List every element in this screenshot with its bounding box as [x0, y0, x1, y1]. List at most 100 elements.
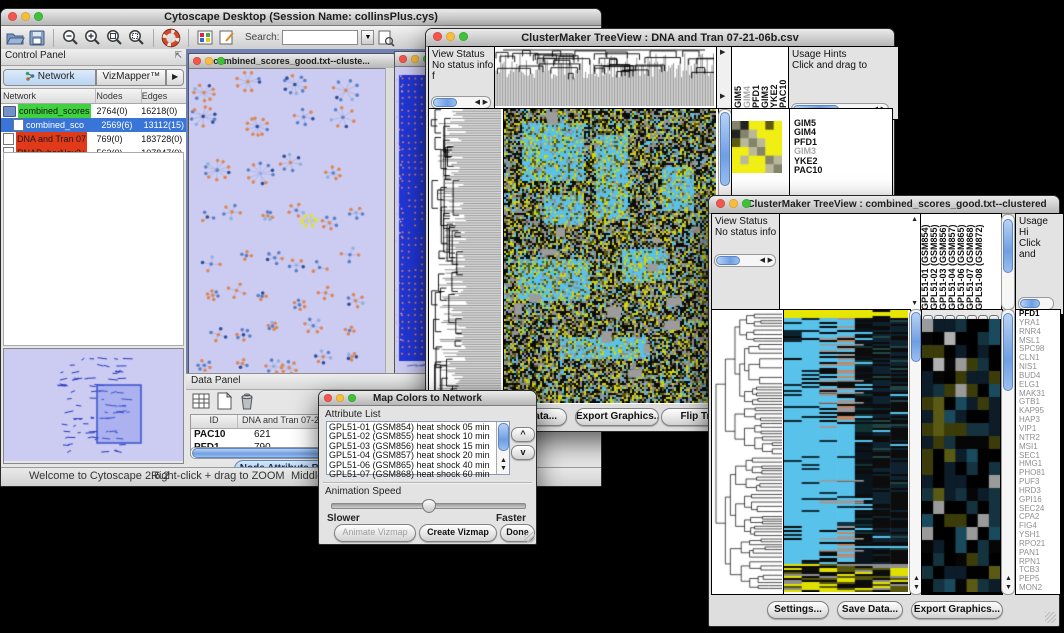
- window-controls[interactable]: [193, 57, 225, 65]
- search-input[interactable]: [282, 30, 358, 45]
- scroll-down-icon[interactable]: ▼: [500, 465, 507, 473]
- column-label[interactable]: PFD1: [752, 47, 761, 108]
- tv2-zoom-vscrollbar[interactable]: ▲ ▼: [1001, 309, 1015, 595]
- open-file-icon[interactable]: [5, 29, 25, 47]
- delete-attribute-icon[interactable]: [237, 391, 255, 411]
- tv2-global-heatmap[interactable]: [783, 309, 911, 595]
- tv1-coldendro-canvas[interactable]: [495, 47, 714, 106]
- column-label[interactable]: GIM3: [761, 47, 770, 108]
- attribute-list-item[interactable]: GPL51-01 (GSM854) heat shock 05 min: [329, 423, 496, 432]
- select-attributes-icon[interactable]: [191, 391, 211, 411]
- close-icon[interactable]: [193, 57, 201, 65]
- tab-vizmapper[interactable]: VizMapper™: [96, 69, 166, 86]
- minimize-icon[interactable]: [336, 394, 344, 402]
- tv1-rowdendro-canvas[interactable]: [429, 109, 501, 403]
- window-controls[interactable]: [433, 32, 468, 41]
- column-label[interactable]: GPL51-07 (GSM868): [966, 214, 975, 310]
- zoom-window-icon[interactable]: [742, 199, 751, 208]
- overview-canvas[interactable]: [4, 349, 183, 461]
- tv1-heat-canvas[interactable]: [504, 109, 716, 403]
- tv1-row-dendrogram[interactable]: [428, 108, 504, 406]
- tv2-row-dendrogram[interactable]: [711, 309, 785, 595]
- zoom-in-icon[interactable]: [83, 28, 102, 47]
- scroll-up-icon[interactable]: ▲: [500, 457, 507, 465]
- tv1-titlebar[interactable]: ClusterMaker TreeView : DNA and Tran 07-…: [426, 29, 894, 47]
- network-canvas[interactable]: [189, 69, 384, 381]
- minimize-icon[interactable]: [446, 32, 455, 41]
- new-attribute-icon[interactable]: [215, 391, 233, 411]
- tv1-export-graphics-button[interactable]: Export Graphics...: [575, 408, 659, 426]
- column-label[interactable]: GPL51-01 (GSM854): [921, 214, 930, 310]
- close-icon[interactable]: [8, 12, 17, 21]
- network-row-combined-scores[interactable]: combined_scores 2764(0)16218(0): [1, 104, 186, 118]
- tv2-labels-vscrollbar[interactable]: [1001, 214, 1015, 310]
- tv2-export-graphics-button[interactable]: Export Graphics...: [911, 601, 1003, 619]
- window-controls[interactable]: [716, 199, 751, 208]
- attribute-list-item[interactable]: GPL51-06 (GSM865) heat shock 40 min: [329, 461, 496, 470]
- scroll-right-icon[interactable]: ▶: [768, 257, 773, 265]
- attribute-list-item[interactable]: GPL51-07 (GSM868) heat shock 60 min: [329, 470, 496, 479]
- main-titlebar[interactable]: Cytoscape Desktop (Session Name: collins…: [1, 9, 601, 26]
- zoom-window-icon[interactable]: [348, 394, 356, 402]
- tv1-column-dendrogram[interactable]: [494, 46, 717, 109]
- network-row-combined-sco[interactable]: combined_sco 2569(6)13112(15): [1, 118, 186, 132]
- minimize-icon[interactable]: [21, 12, 30, 21]
- scroll-up-icon[interactable]: ▲: [1005, 575, 1012, 583]
- tv2-column-dendrogram[interactable]: ▲ ▼: [779, 213, 921, 311]
- minimize-icon[interactable]: [205, 57, 213, 65]
- tv2-save-data-button[interactable]: Save Data...: [837, 601, 903, 619]
- tv2-status-scrollbar[interactable]: ◀ ▶: [714, 254, 776, 267]
- scroll-down-icon[interactable]: ▼: [913, 584, 920, 592]
- column-label[interactable]: GPL51-08 (GSM872): [975, 214, 984, 310]
- column-label[interactable]: GPL51-04 (GSM857): [948, 214, 957, 310]
- column-label[interactable]: GPL51-03 (GSM856): [939, 214, 948, 310]
- zoom-window-icon[interactable]: [34, 12, 43, 21]
- zoom-fit-icon[interactable]: [105, 28, 124, 47]
- scroll-right-icon[interactable]: ▶: [483, 99, 488, 107]
- tv1-dendro-scroll-strip[interactable]: ▶ ▶: [716, 46, 732, 109]
- close-icon[interactable]: [433, 32, 442, 41]
- network-vscrollbar[interactable]: [385, 68, 394, 381]
- dialog-titlebar[interactable]: Map Colors to Network: [319, 391, 536, 406]
- tv1-zoom-canvas[interactable]: [732, 121, 782, 173]
- attribute-list-item[interactable]: GPL51-02 (GSM855) heat shock 10 min: [329, 432, 496, 441]
- tv2-zoom-heatmap[interactable]: [921, 309, 1003, 595]
- zoom-window-icon[interactable]: [217, 57, 225, 65]
- save-icon[interactable]: [28, 29, 46, 47]
- help-lifesaver-icon[interactable]: [161, 28, 181, 48]
- tv2-zoom-canvas[interactable]: [922, 319, 1000, 592]
- zoom-selected-icon[interactable]: [127, 28, 146, 47]
- column-label[interactable]: PAC10: [779, 47, 788, 108]
- search-options-icon[interactable]: [377, 29, 395, 47]
- slider-thumb[interactable]: [422, 499, 436, 513]
- column-label[interactable]: GPL51-02 (GSM855): [930, 214, 939, 310]
- gene-label[interactable]: PAC10: [794, 166, 822, 175]
- column-label[interactable]: GIM5: [734, 47, 743, 108]
- network-overview-panel[interactable]: [3, 348, 184, 464]
- attribute-listbox[interactable]: GPL51-01 (GSM854) heat shock 05 minGPL51…: [326, 421, 510, 475]
- scroll-up-icon[interactable]: ▶: [720, 49, 725, 57]
- scroll-down-icon[interactable]: ▶: [720, 93, 725, 101]
- column-label[interactable]: GPL51-06 (GSM865): [957, 214, 966, 310]
- minimize-icon[interactable]: [411, 55, 419, 63]
- column-label[interactable]: YKE2: [770, 47, 779, 108]
- close-icon[interactable]: [399, 55, 407, 63]
- window-controls[interactable]: [8, 12, 43, 21]
- attribute-list-vscrollbar[interactable]: ▲ ▼: [496, 422, 509, 474]
- minimize-icon[interactable]: [729, 199, 738, 208]
- attribute-list-item[interactable]: GPL51-03 (GSM856) heat shock 15 min: [329, 442, 496, 451]
- scroll-down-icon[interactable]: ▼: [1005, 584, 1012, 592]
- animation-speed-slider[interactable]: [331, 503, 526, 509]
- tv1-global-heatmap[interactable]: [503, 108, 719, 406]
- move-down-button[interactable]: v: [511, 445, 535, 460]
- tv2-settings-button[interactable]: Settings...: [767, 601, 829, 619]
- tv2-heat-canvas[interactable]: [784, 310, 908, 592]
- close-icon[interactable]: [716, 199, 725, 208]
- zoom-out-icon[interactable]: [61, 28, 80, 47]
- zoom-window-icon[interactable]: [459, 32, 468, 41]
- tv2-rowdendro-canvas[interactable]: [712, 310, 782, 592]
- scroll-left-icon[interactable]: ◀: [760, 257, 765, 265]
- network-overview-icon[interactable]: [196, 29, 215, 47]
- resize-grip[interactable]: [1045, 612, 1056, 623]
- window-controls[interactable]: [324, 394, 356, 402]
